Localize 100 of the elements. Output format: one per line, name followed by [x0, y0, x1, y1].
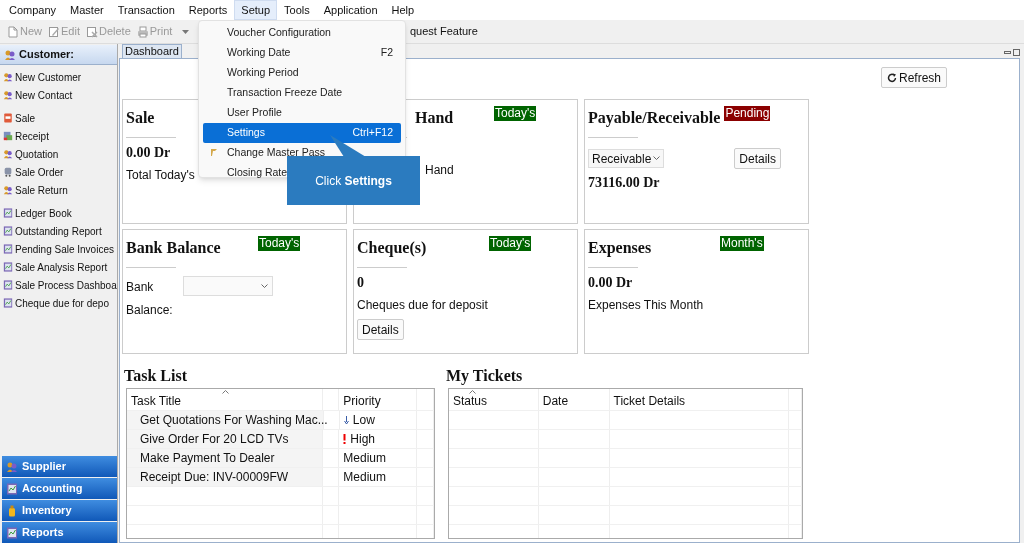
exclamation-icon: [343, 434, 347, 444]
field-label: Bank: [126, 280, 154, 294]
menu-item[interactable]: Setup: [234, 0, 278, 20]
section-button[interactable]: Supplier: [2, 456, 117, 477]
sidebar-item[interactable]: New Contact: [0, 86, 73, 104]
sidebar-item[interactable]: Sale Return: [0, 181, 68, 199]
sidebar-title: Customer:: [19, 47, 74, 63]
column-header[interactable]: Status: [449, 389, 539, 410]
menu-item[interactable]: Transaction Freeze Date: [203, 83, 401, 103]
badge: Today's: [489, 236, 532, 251]
column-header[interactable]: Date: [538, 389, 610, 410]
sidebar-item[interactable]: Outstanding Report: [0, 222, 102, 240]
key-icon: [210, 148, 218, 157]
sidebar-item[interactable]: New Customer: [0, 68, 82, 86]
card-title: Sale: [126, 108, 155, 128]
toolbar-label[interactable]: quest Feature: [410, 23, 478, 40]
card-title: Hand: [415, 108, 454, 128]
document-icon: [3, 113, 13, 123]
table-cell-text: Medium: [343, 468, 386, 486]
sidebar-item[interactable]: Ledger Book: [0, 204, 72, 222]
column-header[interactable]: Priority: [339, 389, 418, 410]
section-button[interactable]: Reports: [2, 522, 117, 543]
section-title: Task List: [124, 367, 187, 385]
card-label: Total Today's: [126, 167, 195, 183]
chart-book-icon: [6, 482, 18, 495]
badge: Today's: [494, 106, 537, 121]
menu-item[interactable]: Tools: [277, 0, 317, 20]
tab[interactable]: Dashboard: [122, 44, 182, 58]
column-header[interactable]: Ticket Details: [609, 389, 789, 410]
table-cell-text: High: [350, 430, 375, 448]
people-icon: [4, 48, 16, 61]
dropdown[interactable]: [183, 276, 273, 296]
refresh-button[interactable]: Refresh: [880, 67, 947, 88]
menu-item[interactable]: Master: [63, 0, 111, 20]
sidebar-item[interactable]: Sale Order: [0, 163, 64, 181]
card-title: Payable/Receivable: [588, 108, 721, 128]
menu-item[interactable]: Reports: [181, 0, 235, 20]
chart-book-icon: [3, 298, 13, 308]
section-title: My Tickets: [446, 367, 523, 385]
menu-item[interactable]: Working Date F2: [203, 43, 401, 63]
amount: 0: [357, 274, 364, 292]
chart-book-icon: [3, 280, 13, 290]
amount: 0.00 Dr: [126, 144, 171, 162]
sidebar-item[interactable]: Cheque due for depo: [0, 294, 109, 312]
people-icon: [3, 149, 13, 159]
chart-book-icon: [3, 244, 13, 254]
minimize-icon: [1004, 49, 1011, 56]
card-title: Bank Balance: [126, 238, 221, 258]
menu-item[interactable]: User Profile: [203, 103, 401, 123]
table-cell-text: Medium: [343, 449, 386, 467]
cart-icon: [3, 167, 13, 177]
chart-book-icon: [6, 526, 18, 539]
card-label: Cheques due for deposit: [357, 297, 488, 313]
refresh-icon: [886, 72, 897, 83]
people-icon: [3, 185, 13, 195]
menu-item[interactable]: Company: [2, 0, 64, 20]
menu-item[interactable]: Application: [316, 0, 385, 20]
table-cell: Receipt Due: INV-00009FW: [127, 468, 323, 486]
receipt-icon: [3, 131, 13, 141]
badge: Today's: [258, 236, 301, 251]
dropdown[interactable]: Receivable: [588, 149, 664, 168]
chart-book-icon: [3, 226, 13, 236]
table-cell: Give Order For 20 LCD TVs: [127, 430, 323, 448]
sidebar-item[interactable]: Pending Sale Invoices: [0, 240, 114, 258]
maximize-icon: [1013, 49, 1020, 56]
section-button[interactable]: Inventory: [2, 500, 117, 521]
menu-item[interactable]: Transaction: [110, 0, 182, 20]
card-label: Hand: [425, 162, 454, 178]
column-header[interactable]: Task Title: [127, 389, 324, 410]
printer-icon: [136, 25, 149, 38]
new-document-icon: [7, 25, 19, 38]
bottle-icon: [6, 504, 18, 517]
card-label: Balance:: [126, 302, 173, 318]
people-icon: [3, 72, 13, 82]
people-icon: [6, 460, 18, 473]
sidebar-item[interactable]: Receipt: [0, 127, 49, 145]
chart-book-icon: [3, 262, 13, 272]
people-icon: [3, 90, 13, 100]
sidebar-item[interactable]: Sale: [0, 109, 35, 127]
sidebar-item[interactable]: Sale Process Dashboa: [0, 276, 117, 294]
menu-item[interactable]: Settings Ctrl+F12: [203, 123, 401, 143]
amount: 0.00 Dr: [588, 274, 633, 292]
caret-icon: [181, 28, 191, 35]
sidebar-item[interactable]: Sale Analysis Report: [0, 258, 108, 276]
menu-item[interactable]: Working Period: [203, 63, 401, 83]
sidebar-item[interactable]: Quotation: [0, 145, 59, 163]
edit-icon: [48, 25, 60, 38]
delete-icon: [86, 25, 98, 38]
details-button[interactable]: Details: [734, 148, 781, 169]
details-button[interactable]: Details: [357, 319, 404, 340]
card-title: Expenses: [588, 238, 652, 258]
table-cell-text: Low: [352, 411, 375, 429]
menu-item[interactable]: Voucher Configuration: [203, 23, 401, 43]
chart-book-icon: [3, 208, 13, 218]
card-label: Expenses This Month: [588, 297, 704, 313]
card-title: Cheque(s): [357, 238, 427, 258]
section-button[interactable]: Accounting: [2, 478, 117, 499]
menu-item[interactable]: Help: [384, 0, 422, 20]
table-cell: Make Payment To Dealer: [127, 449, 323, 467]
chevron-icon: [653, 156, 660, 161]
